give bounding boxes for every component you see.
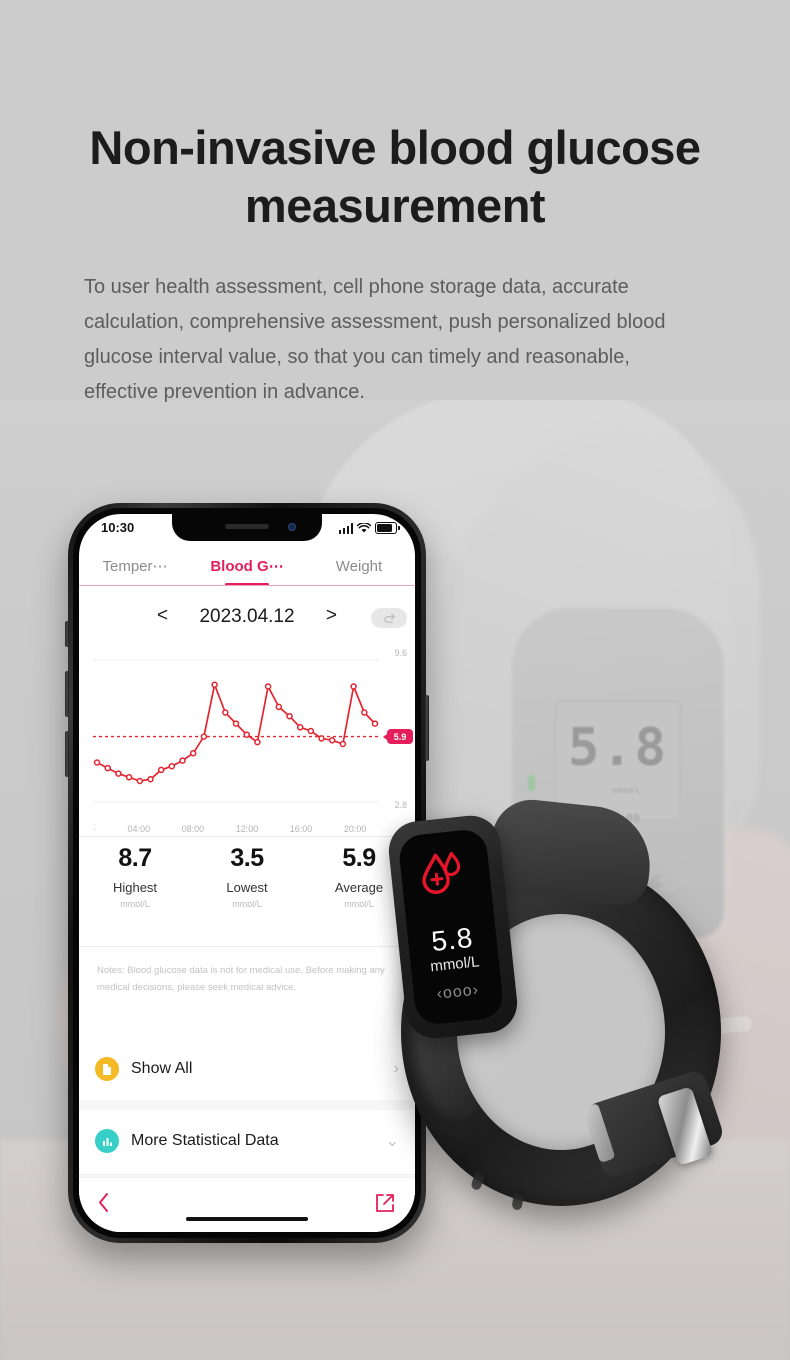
background-meter-unit: mmol/ L bbox=[612, 786, 641, 795]
x-tick-3: 12:00 bbox=[235, 824, 259, 834]
chart-plot bbox=[93, 659, 379, 803]
chart-stats-divider bbox=[79, 836, 415, 837]
band-vent-hole bbox=[511, 1189, 525, 1211]
share-button[interactable] bbox=[375, 1193, 395, 1213]
page-title: Non-invasive blood glucose measurement bbox=[89, 121, 701, 233]
page-description: To user health assessment, cell phone st… bbox=[84, 276, 666, 403]
stat-highest-value: 8.7 bbox=[118, 844, 152, 872]
next-day-button[interactable]: > bbox=[326, 605, 337, 627]
document-icon bbox=[95, 1057, 119, 1081]
tab-blood-glucose-label: Blood G⋯ bbox=[210, 558, 284, 575]
row-show-all[interactable]: Show All › bbox=[79, 1038, 415, 1100]
stat-highest-label: Highest bbox=[112, 880, 158, 895]
tab-temperature[interactable]: Temper⋯ bbox=[79, 557, 191, 575]
background-meter-value: 5.8 bbox=[568, 717, 668, 778]
row-show-all-label: Show All bbox=[131, 1060, 193, 1077]
tab-bar: Temper⋯ Blood G⋯ Weight bbox=[79, 546, 415, 586]
status-bar-time: 10:30 bbox=[101, 520, 135, 535]
phone-notch bbox=[172, 514, 322, 541]
chevron-left-icon bbox=[99, 1193, 108, 1212]
x-tick-4: 16:00 bbox=[289, 824, 313, 834]
tab-weight[interactable]: Weight bbox=[303, 558, 415, 575]
x-tick-5: 20:00 bbox=[343, 824, 367, 834]
earpiece-speaker bbox=[225, 524, 269, 529]
phone-mute-switch[interactable] bbox=[65, 621, 69, 647]
stat-lowest: 3.5 Lowest mmol/L bbox=[191, 844, 303, 909]
chart-x-axis-labels: · 04:00 08:00 12:00 16:00 20:00 · bbox=[79, 824, 415, 834]
band-page-indicator: ‹ooo› bbox=[435, 981, 480, 1003]
tab-temperature-label: Temper⋯ bbox=[102, 558, 168, 575]
phone-mockup: 10:30 Temper⋯ Blood G⋯ Weight < 2023.04.… bbox=[65, 503, 429, 1243]
tab-bar-divider bbox=[79, 585, 415, 586]
chart-average-badge: 5.9 bbox=[383, 729, 413, 745]
stat-lowest-value: 3.5 bbox=[230, 844, 264, 872]
phone-volume-up-button[interactable] bbox=[65, 671, 69, 717]
x-tick-1: 04:00 bbox=[127, 824, 151, 834]
date-navigation: < 2023.04.12 > bbox=[79, 596, 415, 638]
phone-volume-down-button[interactable] bbox=[65, 731, 69, 777]
smart-band-device: 5.8 mmol/L ‹ooo› bbox=[385, 795, 755, 1248]
phone-power-button[interactable] bbox=[425, 695, 429, 761]
signal-bars-icon bbox=[338, 523, 353, 534]
wifi-icon bbox=[357, 523, 371, 533]
stat-lowest-unit: mmol/L bbox=[232, 899, 262, 909]
blood-drop-plus-icon bbox=[422, 851, 461, 894]
row-more-statistical-data[interactable]: More Statistical Data ⌄ bbox=[79, 1110, 415, 1172]
chart-y-min-label: 2.8 bbox=[394, 800, 407, 810]
refresh-button[interactable] bbox=[371, 608, 407, 628]
stat-lowest-label: Lowest bbox=[226, 880, 268, 895]
current-date-label: 2023.04.12 bbox=[199, 606, 295, 627]
list-gap bbox=[79, 1100, 415, 1110]
background-meter-led bbox=[528, 775, 535, 791]
external-link-icon bbox=[376, 1194, 394, 1212]
stat-highest-unit: mmol/L bbox=[120, 899, 150, 909]
stats-notes-divider bbox=[79, 946, 415, 947]
x-tick-2: 08:00 bbox=[181, 824, 205, 834]
back-button[interactable] bbox=[97, 1192, 110, 1213]
blood-glucose-chart: 9.6 2.8 5.9 · 04:00 08:00 12:00 16:00 20… bbox=[79, 642, 415, 840]
stat-highest: 8.7 Highest mmol/L bbox=[79, 844, 191, 909]
row-more-statistical-data-label: More Statistical Data bbox=[131, 1132, 279, 1149]
tab-weight-label: Weight bbox=[335, 557, 383, 575]
x-tick-0: · bbox=[93, 824, 96, 834]
bar-chart-icon bbox=[95, 1129, 119, 1153]
summary-stats: 8.7 Highest mmol/L 3.5 Lowest mmol/L 5.9… bbox=[79, 844, 415, 909]
status-bar-icons bbox=[338, 522, 400, 534]
bottom-bar bbox=[79, 1177, 415, 1232]
options-list: Show All › More Statistical Data ⌄ bbox=[79, 1038, 415, 1172]
refresh-arrow-icon bbox=[383, 613, 395, 623]
home-indicator[interactable] bbox=[186, 1217, 308, 1221]
battery-full-icon bbox=[375, 522, 400, 534]
front-camera-icon bbox=[288, 523, 296, 531]
tab-blood-glucose[interactable]: Blood G⋯ bbox=[191, 557, 303, 586]
medical-disclaimer: Notes: Blood glucose data is not for med… bbox=[97, 965, 385, 993]
phone-screen: 10:30 Temper⋯ Blood G⋯ Weight < 2023.04.… bbox=[79, 514, 415, 1232]
chart-y-max-label: 9.6 bbox=[394, 648, 407, 658]
